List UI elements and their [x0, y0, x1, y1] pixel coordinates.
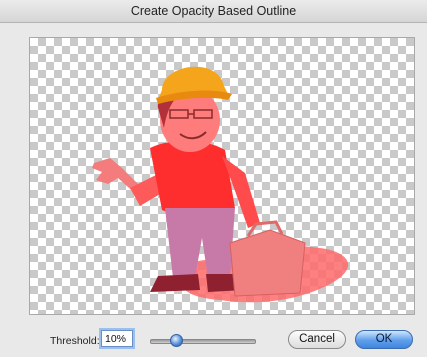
cancel-button[interactable]: Cancel: [288, 330, 346, 349]
threshold-input[interactable]: [101, 330, 133, 347]
title-bar[interactable]: Create Opacity Based Outline: [0, 0, 427, 23]
threshold-slider-track[interactable]: [150, 339, 256, 344]
threshold-slider-knob[interactable]: [170, 334, 183, 347]
threshold-label: Threshold:: [50, 335, 100, 347]
left-shoe: [150, 274, 200, 292]
toolbox: [229, 229, 306, 297]
preview-area: [29, 37, 415, 315]
dialog-window: Create Opacity Based Outline Threshold: …: [0, 0, 427, 357]
preview-image: [92, 66, 349, 303]
ok-button[interactable]: OK: [355, 330, 413, 349]
dialog-title: Create Opacity Based Outline: [130, 4, 297, 18]
